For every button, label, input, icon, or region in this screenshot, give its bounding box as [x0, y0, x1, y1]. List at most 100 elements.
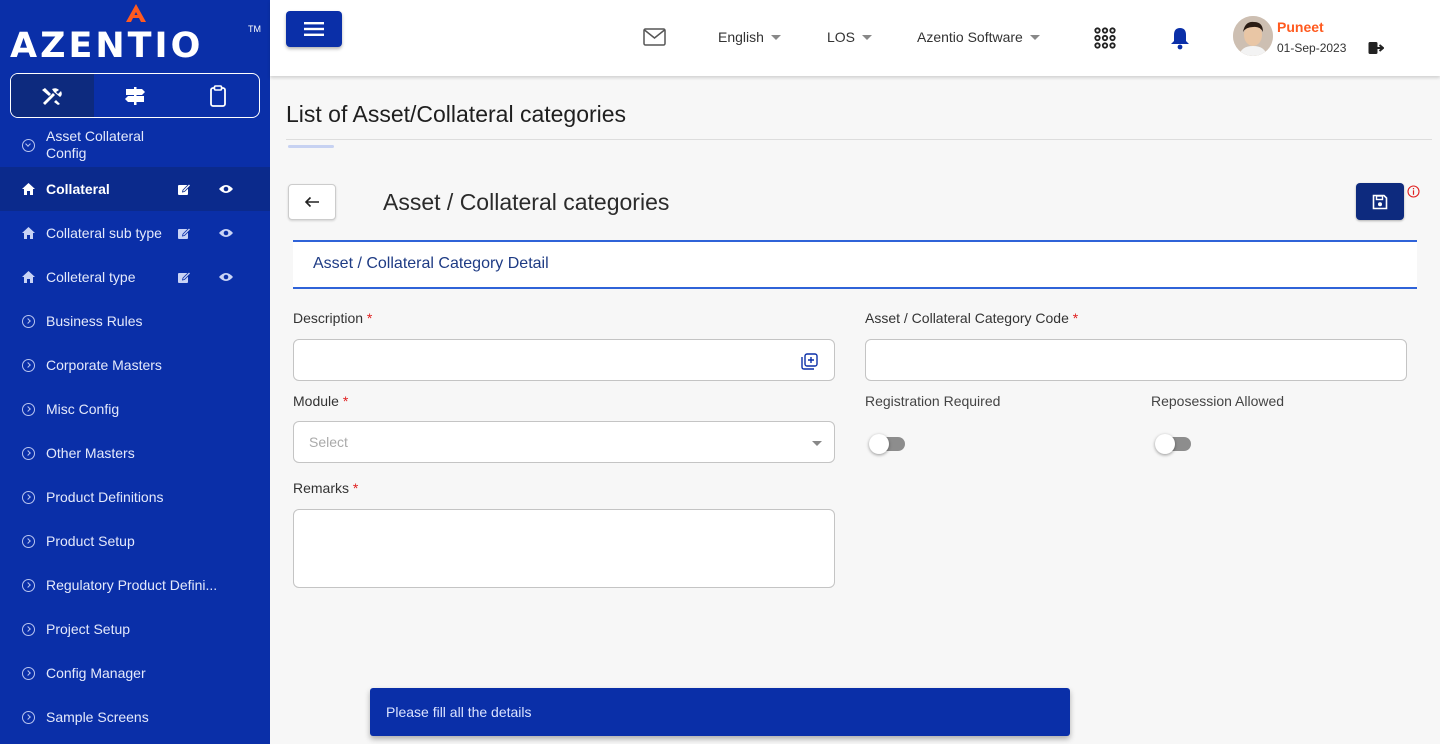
- home-icon: [20, 225, 36, 241]
- sidebar-item-asset-collateral-config[interactable]: Asset Collateral Config: [0, 123, 270, 167]
- description-input[interactable]: [293, 339, 835, 381]
- chevron-right-icon: [21, 446, 35, 460]
- tools-icon: [42, 87, 63, 105]
- sidebar-item-collateral-sub-type[interactable]: Collateral sub type: [0, 211, 270, 255]
- sidebar-item-config-manager[interactable]: Config Manager: [0, 651, 270, 695]
- view-icon[interactable]: [218, 271, 234, 283]
- add-translation-icon[interactable]: [801, 353, 818, 370]
- validation-snackbar: Please fill all the details: [370, 688, 1070, 736]
- sidebar-menu: Asset Collateral Config Collateral Colla…: [0, 123, 270, 739]
- back-button[interactable]: [288, 184, 336, 220]
- caret-down-icon: [812, 441, 822, 446]
- sidebar-item-business-rules[interactable]: Business Rules: [0, 299, 270, 343]
- remarks-textarea[interactable]: [293, 509, 835, 588]
- sidebar-item-project-setup[interactable]: Project Setup: [0, 607, 270, 651]
- chevron-right-icon: [21, 622, 35, 636]
- page-title: List of Asset/Collateral categories: [286, 101, 627, 127]
- sidebar-item-colleteral-type[interactable]: Colleteral type: [0, 255, 270, 299]
- chevron-right-icon: [21, 578, 35, 592]
- tab-signpost[interactable]: [94, 74, 177, 117]
- sidebar-item-label: Regulatory Product Defini...: [46, 576, 218, 593]
- module-select[interactable]: Select: [293, 421, 835, 463]
- module-label: Module *: [293, 393, 348, 409]
- module-label-text: Module: [293, 393, 339, 409]
- caret-down-icon: [862, 34, 873, 40]
- sidebar-item-corporate-masters[interactable]: Corporate Masters: [0, 343, 270, 387]
- description-label-text: Description: [293, 310, 364, 326]
- company-value: Azentio Software: [917, 29, 1023, 45]
- tab-clipboard[interactable]: [176, 74, 259, 117]
- caret-down-icon: [770, 34, 781, 40]
- logo-trademark: TM: [248, 24, 261, 34]
- title-divider: [286, 139, 1432, 140]
- sidebar-item-label: Colleteral type: [46, 268, 136, 285]
- apps-grid-icon[interactable]: [1094, 27, 1116, 49]
- sidebar-item-label: Config Manager: [46, 664, 146, 681]
- sidebar-item-label: Collateral: [46, 180, 110, 197]
- description-label: Description *: [293, 310, 372, 326]
- logo-mark-icon: [126, 4, 146, 22]
- notification-bell-icon[interactable]: [1169, 26, 1191, 50]
- menu-toggle-button[interactable]: [286, 11, 342, 47]
- user-login-date: 01-Sep-2023: [1277, 41, 1347, 55]
- tab-tools[interactable]: [11, 74, 94, 117]
- section-title: Asset / Collateral Category Detail: [313, 255, 549, 272]
- remarks-label-text: Remarks: [293, 480, 350, 496]
- azentio-logo: AZENTIO TM: [10, 4, 262, 66]
- sidebar-item-sample-screens[interactable]: Sample Screens: [0, 695, 270, 739]
- sidebar-item-collateral[interactable]: Collateral: [0, 167, 270, 211]
- sidebar-item-label: Corporate Masters: [46, 356, 162, 373]
- module-dropdown[interactable]: LOS: [827, 29, 873, 45]
- sidebar-item-label: Product Definitions: [46, 488, 164, 505]
- module-select-placeholder: Select: [309, 434, 348, 450]
- title-tab-indicator: [288, 145, 334, 148]
- edit-icon[interactable]: [177, 226, 191, 240]
- user-avatar[interactable]: [1233, 16, 1273, 56]
- chevron-down-icon: [21, 138, 35, 152]
- signpost-icon: [125, 86, 145, 105]
- language-dropdown[interactable]: English: [718, 29, 781, 45]
- registration-required-label: Registration Required: [865, 393, 1001, 409]
- remarks-label: Remarks *: [293, 480, 358, 496]
- category-code-label: Asset / Collateral Category Code *: [865, 310, 1078, 326]
- chevron-right-icon: [21, 358, 35, 372]
- view-icon[interactable]: [218, 183, 234, 195]
- info-alert-icon[interactable]: [1407, 185, 1420, 198]
- sidebar-item-label: Misc Config: [46, 400, 120, 417]
- mail-icon[interactable]: [643, 28, 666, 46]
- user-name: Puneet: [1277, 19, 1324, 35]
- logout-icon[interactable]: [1368, 41, 1384, 55]
- required-asterisk: *: [366, 310, 373, 326]
- sidebar-item-label: Project Setup: [46, 620, 131, 637]
- registration-required-toggle[interactable]: [869, 434, 905, 454]
- category-code-label-text: Asset / Collateral Category Code: [865, 310, 1069, 326]
- module-value: LOS: [827, 29, 856, 45]
- form-title: Asset / Collateral categories: [383, 189, 670, 215]
- arrow-left-icon: [304, 196, 319, 208]
- category-code-input[interactable]: [865, 339, 1407, 381]
- sidebar-item-other-masters[interactable]: Other Masters: [0, 431, 270, 475]
- save-button[interactable]: [1356, 183, 1404, 220]
- company-dropdown[interactable]: Azentio Software: [917, 29, 1040, 45]
- sidebar-tabbar: [10, 73, 260, 118]
- language-value: English: [718, 29, 764, 45]
- sidebar-item-regulatory-product-definitions[interactable]: Regulatory Product Defini...: [0, 563, 270, 607]
- chevron-right-icon: [21, 402, 35, 416]
- repossession-allowed-toggle[interactable]: [1155, 434, 1191, 454]
- sidebar-item-label: Collateral sub type: [46, 224, 162, 241]
- sidebar-item-label: Product Setup: [46, 532, 135, 549]
- sidebar: AZENTIO TM Asset Collateral Config Colla…: [0, 0, 270, 744]
- sidebar-item-product-definitions[interactable]: Product Definitions: [0, 475, 270, 519]
- chevron-right-icon: [21, 490, 35, 504]
- chevron-right-icon: [21, 314, 35, 328]
- sidebar-item-label: Other Masters: [46, 444, 135, 461]
- edit-icon[interactable]: [177, 270, 191, 284]
- sidebar-item-misc-config[interactable]: Misc Config: [0, 387, 270, 431]
- chevron-right-icon: [21, 534, 35, 548]
- required-asterisk: *: [342, 393, 349, 409]
- sidebar-item-product-setup[interactable]: Product Setup: [0, 519, 270, 563]
- edit-icon[interactable]: [177, 182, 191, 196]
- snackbar-message: Please fill all the details: [386, 704, 532, 720]
- caret-down-icon: [1029, 34, 1040, 40]
- view-icon[interactable]: [218, 227, 234, 239]
